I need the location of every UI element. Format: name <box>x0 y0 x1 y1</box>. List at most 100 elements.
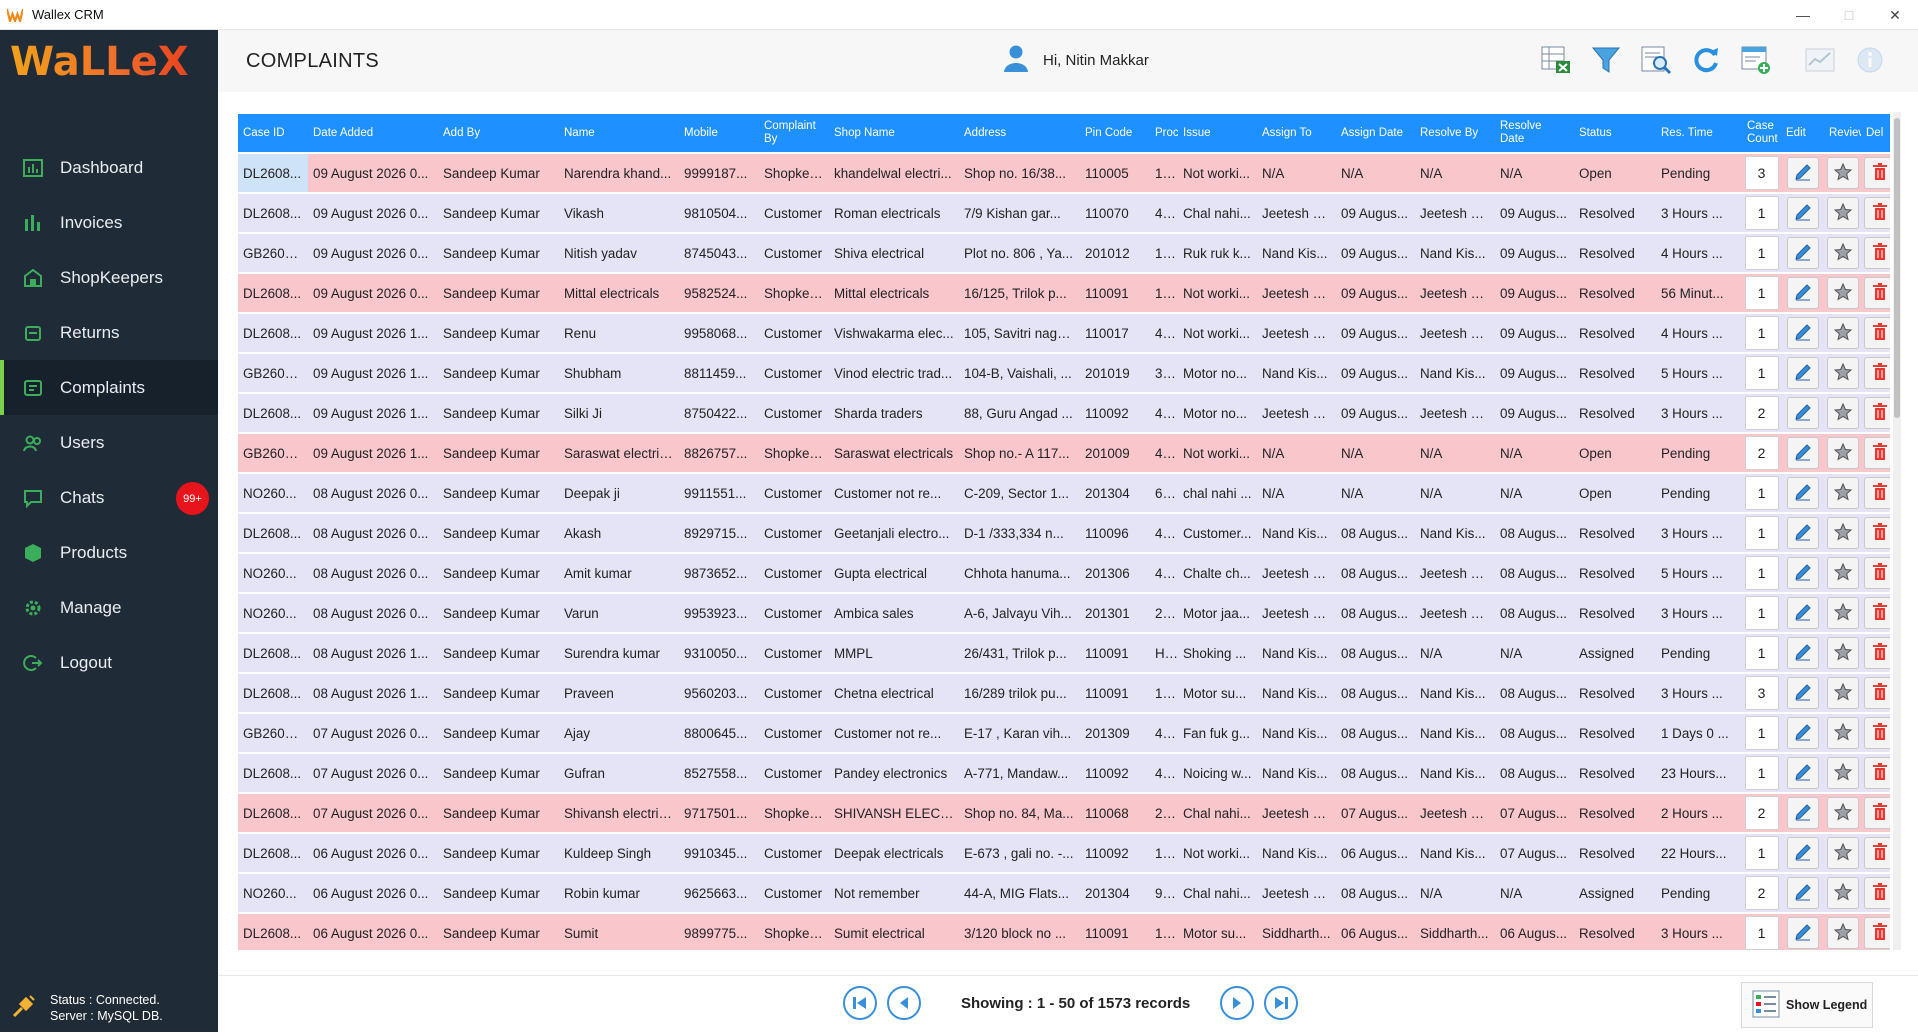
delete-button[interactable] <box>1863 637 1890 669</box>
edit-button[interactable] <box>1786 557 1819 589</box>
add-complaint-button[interactable] <box>1738 42 1774 78</box>
last-page-button[interactable] <box>1264 986 1299 1020</box>
delete-button[interactable] <box>1863 677 1890 709</box>
chart-view-button[interactable] <box>1802 42 1838 78</box>
column-header[interactable]: Add By <box>438 114 559 152</box>
table-row[interactable]: GB2608... 09 August 2026 0... Sandeep Kuma… <box>238 234 1890 272</box>
first-page-button[interactable] <box>843 986 877 1020</box>
review-button[interactable] <box>1826 477 1859 509</box>
sidebar-item-users[interactable]: Users <box>0 415 218 470</box>
table-row[interactable]: DL2608... 09 August 2026 0... Sandeep Kuma… <box>238 154 1890 192</box>
table-row[interactable]: DL2608... 07 August 2026 0... Sandeep Kuma… <box>238 754 1890 792</box>
review-button[interactable] <box>1826 357 1859 389</box>
sidebar-item-manage[interactable]: Manage <box>0 580 218 635</box>
delete-button[interactable] <box>1863 757 1890 789</box>
delete-button[interactable] <box>1863 477 1890 509</box>
edit-button[interactable] <box>1786 477 1819 509</box>
edit-button[interactable] <box>1786 197 1819 229</box>
delete-button[interactable] <box>1863 597 1890 629</box>
column-header[interactable]: Res. Time <box>1656 114 1742 152</box>
scrollbar-thumb[interactable] <box>1894 118 1900 418</box>
review-button[interactable] <box>1826 557 1859 589</box>
edit-button[interactable] <box>1786 877 1819 909</box>
edit-button[interactable] <box>1786 517 1819 549</box>
review-button[interactable] <box>1826 317 1859 349</box>
edit-button[interactable] <box>1786 277 1819 309</box>
column-header[interactable]: Date Added <box>308 114 438 152</box>
delete-button[interactable] <box>1863 917 1890 949</box>
column-header[interactable]: Resolve Date <box>1495 114 1574 152</box>
edit-button[interactable] <box>1786 597 1819 629</box>
review-button[interactable] <box>1826 277 1859 309</box>
maximize-button[interactable]: □ <box>1826 0 1872 30</box>
edit-button[interactable] <box>1786 757 1819 789</box>
delete-button[interactable] <box>1863 557 1890 589</box>
table-row[interactable]: DL2608... 06 August 2026 0... Sandeep Kuma… <box>238 914 1890 950</box>
edit-button[interactable] <box>1786 637 1819 669</box>
review-button[interactable] <box>1826 637 1859 669</box>
sidebar-item-complaints[interactable]: Complaints <box>0 360 218 415</box>
edit-button[interactable] <box>1786 677 1819 709</box>
sidebar-item-logout[interactable]: Logout <box>0 635 218 690</box>
table-row[interactable]: GB2608... 07 August 2026 0... Sandeep Kuma… <box>238 714 1890 752</box>
column-header[interactable]: Assign To <box>1257 114 1336 152</box>
table-row[interactable]: NO260... 08 August 2026 0... Sandeep Kumar… <box>238 554 1890 592</box>
delete-button[interactable] <box>1863 237 1890 269</box>
delete-button[interactable] <box>1863 797 1890 829</box>
delete-button[interactable] <box>1863 157 1890 189</box>
column-header[interactable]: Review <box>1824 114 1861 152</box>
info-button[interactable] <box>1852 42 1888 78</box>
table-row[interactable]: DL2608... 09 August 2026 1... Sandeep Kuma… <box>238 394 1890 432</box>
delete-button[interactable] <box>1863 397 1890 429</box>
table-row[interactable]: DL2608... 08 August 2026 0... Sandeep Kuma… <box>238 514 1890 552</box>
edit-button[interactable] <box>1786 917 1819 949</box>
table-scrollbar[interactable] <box>1893 112 1901 950</box>
edit-button[interactable] <box>1786 237 1819 269</box>
table-row[interactable]: DL2608... 07 August 2026 0... Sandeep Kuma… <box>238 794 1890 832</box>
delete-button[interactable] <box>1863 277 1890 309</box>
review-button[interactable] <box>1826 837 1859 869</box>
column-header[interactable]: Resolve By <box>1415 114 1495 152</box>
column-header[interactable]: Mobile <box>679 114 759 152</box>
delete-button[interactable] <box>1863 317 1890 349</box>
column-header[interactable]: Del <box>1861 114 1890 152</box>
column-header[interactable]: Complaint By <box>759 114 829 152</box>
close-window-button[interactable]: ✕ <box>1872 0 1918 30</box>
sidebar-item-products[interactable]: Products <box>0 525 218 580</box>
review-button[interactable] <box>1826 237 1859 269</box>
export-excel-button[interactable] <box>1538 42 1574 78</box>
edit-button[interactable] <box>1786 397 1819 429</box>
table-row[interactable]: GB2608... 09 August 2026 1... Sandeep Kuma… <box>238 434 1890 472</box>
edit-button[interactable] <box>1786 837 1819 869</box>
column-header[interactable]: Shop Name <box>829 114 959 152</box>
minimize-button[interactable]: — <box>1780 0 1826 30</box>
review-button[interactable] <box>1826 157 1859 189</box>
table-row[interactable]: DL2608... 06 August 2026 0... Sandeep Kuma… <box>238 834 1890 872</box>
sidebar-item-chats[interactable]: Chats 99+ <box>0 470 218 525</box>
column-header[interactable]: Pin Code <box>1080 114 1150 152</box>
delete-button[interactable] <box>1863 437 1890 469</box>
review-button[interactable] <box>1826 797 1859 829</box>
column-header[interactable]: Case ID <box>238 114 308 152</box>
sidebar-item-dashboard[interactable]: Dashboard <box>0 140 218 195</box>
column-header[interactable]: Address <box>959 114 1080 152</box>
review-button[interactable] <box>1826 877 1859 909</box>
sidebar-item-returns[interactable]: Returns <box>0 305 218 360</box>
filter-button[interactable] <box>1588 42 1624 78</box>
table-row[interactable]: NO260... 08 August 2026 0... Sandeep Kumar… <box>238 594 1890 632</box>
table-row[interactable]: DL2608... 09 August 2026 0... Sandeep Kuma… <box>238 274 1890 312</box>
review-button[interactable] <box>1826 717 1859 749</box>
table-row[interactable]: GB2608... 09 August 2026 1... Sandeep Kuma… <box>238 354 1890 392</box>
review-button[interactable] <box>1826 437 1859 469</box>
search-report-button[interactable] <box>1638 42 1674 78</box>
edit-button[interactable] <box>1786 717 1819 749</box>
review-button[interactable] <box>1826 677 1859 709</box>
table-row[interactable]: NO260... 08 August 2026 0... Sandeep Kumar… <box>238 474 1890 512</box>
previous-page-button[interactable] <box>887 986 921 1020</box>
column-header[interactable]: Proc <box>1150 114 1178 152</box>
column-header[interactable]: Assign Date <box>1336 114 1415 152</box>
review-button[interactable] <box>1826 517 1859 549</box>
next-page-button[interactable] <box>1220 986 1255 1020</box>
table-row[interactable]: DL2608... 08 August 2026 1... Sandeep Kuma… <box>238 674 1890 712</box>
delete-button[interactable] <box>1863 357 1890 389</box>
